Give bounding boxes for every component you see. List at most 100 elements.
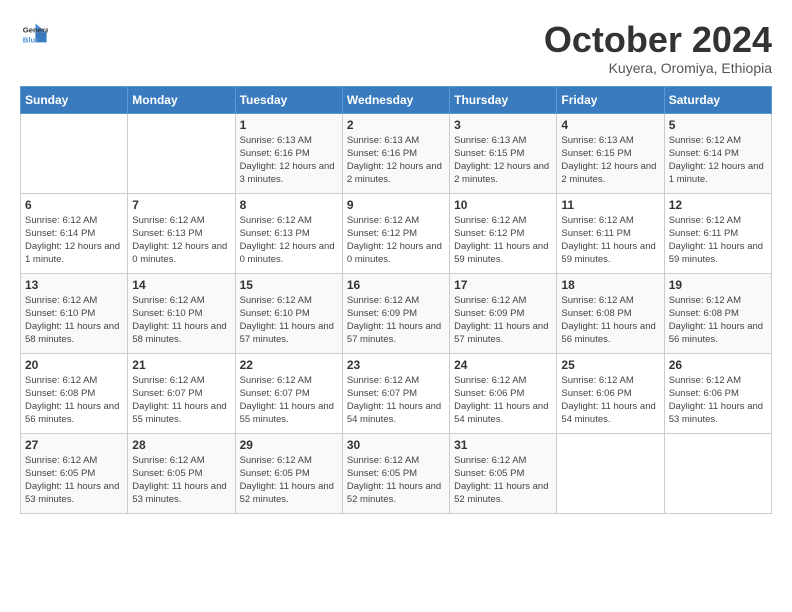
day-info: Sunrise: 6:12 AM Sunset: 6:12 PM Dayligh…: [347, 214, 445, 267]
day-header-saturday: Saturday: [664, 86, 771, 113]
calendar-cell: 20Sunrise: 6:12 AM Sunset: 6:08 PM Dayli…: [21, 353, 128, 433]
calendar-cell: 14 Sunrise: 6:12 AM Sunset: 6:10 PM Dayli…: [128, 273, 235, 353]
week-row-3: 13 Sunrise: 6:12 AM Sunset: 6:10 PM Dayli…: [21, 273, 772, 353]
calendar-cell: 1 Sunrise: 6:13 AM Sunset: 6:16 PM Daylig…: [235, 113, 342, 193]
day-info: Sunrise: 6:13 AM Sunset: 6:15 PM Dayligh…: [561, 134, 659, 187]
day-number: 7: [132, 198, 230, 212]
day-info: Sunrise: 6:12 AM Sunset: 6:14 PM Dayligh…: [669, 134, 767, 187]
week-row-2: 6Sunrise: 6:12 AM Sunset: 6:14 PM Daylig…: [21, 193, 772, 273]
day-number: 18: [561, 278, 659, 292]
day-number: 9: [347, 198, 445, 212]
calendar-cell: 26Sunrise: 6:12 AM Sunset: 6:06 PM Dayli…: [664, 353, 771, 433]
calendar-cell: [128, 113, 235, 193]
day-info: Sunrise: 6:13 AM Sunset: 6:16 PM Dayligh…: [240, 134, 338, 187]
day-number: 30: [347, 438, 445, 452]
day-info: Sunrise: 6:12 AM Sunset: 6:11 PM Dayligh…: [561, 214, 659, 267]
day-number: 21: [132, 358, 230, 372]
day-info: Sunrise: 6:12 AM Sunset: 6:07 PM Dayligh…: [240, 374, 338, 427]
title-block: October 2024 Kuyera, Oromiya, Ethiopia: [544, 20, 772, 76]
day-number: 14: [132, 278, 230, 292]
calendar-cell: [664, 433, 771, 513]
day-number: 29: [240, 438, 338, 452]
day-info: Sunrise: 6:12 AM Sunset: 6:06 PM Dayligh…: [454, 374, 552, 427]
logo: General Blue: [20, 20, 48, 48]
calendar-cell: [557, 433, 664, 513]
calendar-cell: 17Sunrise: 6:12 AM Sunset: 6:09 PM Dayli…: [450, 273, 557, 353]
day-number: 3: [454, 118, 552, 132]
week-row-1: 1 Sunrise: 6:13 AM Sunset: 6:16 PM Daylig…: [21, 113, 772, 193]
day-header-sunday: Sunday: [21, 86, 128, 113]
header-row: SundayMondayTuesdayWednesdayThursdayFrid…: [21, 86, 772, 113]
day-info: Sunrise: 6:13 AM Sunset: 6:16 PM Dayligh…: [347, 134, 445, 187]
calendar-cell: 7Sunrise: 6:12 AM Sunset: 6:13 PM Daylig…: [128, 193, 235, 273]
calendar-cell: 4 Sunrise: 6:13 AM Sunset: 6:15 PM Daylig…: [557, 113, 664, 193]
calendar-cell: 22 Sunrise: 6:12 AM Sunset: 6:07 PM Dayli…: [235, 353, 342, 433]
calendar-table: SundayMondayTuesdayWednesdayThursdayFrid…: [20, 86, 772, 514]
day-number: 25: [561, 358, 659, 372]
day-info: Sunrise: 6:12 AM Sunset: 6:07 PM Dayligh…: [132, 374, 230, 427]
day-info: Sunrise: 6:12 AM Sunset: 6:10 PM Dayligh…: [240, 294, 338, 347]
day-info: Sunrise: 6:12 AM Sunset: 6:05 PM Dayligh…: [454, 454, 552, 507]
day-info: Sunrise: 6:12 AM Sunset: 6:08 PM Dayligh…: [25, 374, 123, 427]
day-number: 4: [561, 118, 659, 132]
day-info: Sunrise: 6:12 AM Sunset: 6:10 PM Dayligh…: [25, 294, 123, 347]
day-info: Sunrise: 6:12 AM Sunset: 6:05 PM Dayligh…: [347, 454, 445, 507]
day-info: Sunrise: 6:12 AM Sunset: 6:05 PM Dayligh…: [132, 454, 230, 507]
day-header-tuesday: Tuesday: [235, 86, 342, 113]
day-number: 22: [240, 358, 338, 372]
day-number: 12: [669, 198, 767, 212]
day-number: 8: [240, 198, 338, 212]
calendar-cell: 10Sunrise: 6:12 AM Sunset: 6:12 PM Dayli…: [450, 193, 557, 273]
day-number: 24: [454, 358, 552, 372]
logo-icon: General Blue: [20, 20, 48, 48]
calendar-cell: 15 Sunrise: 6:12 AM Sunset: 6:10 PM Dayli…: [235, 273, 342, 353]
day-header-friday: Friday: [557, 86, 664, 113]
day-number: 13: [25, 278, 123, 292]
calendar-cell: 21 Sunrise: 6:12 AM Sunset: 6:07 PM Dayli…: [128, 353, 235, 433]
day-info: Sunrise: 6:12 AM Sunset: 6:07 PM Dayligh…: [347, 374, 445, 427]
calendar-cell: 24 Sunrise: 6:12 AM Sunset: 6:06 PM Dayli…: [450, 353, 557, 433]
page-header: General Blue October 2024 Kuyera, Oromiy…: [20, 20, 772, 76]
day-info: Sunrise: 6:12 AM Sunset: 6:12 PM Dayligh…: [454, 214, 552, 267]
calendar-cell: 23Sunrise: 6:12 AM Sunset: 6:07 PM Dayli…: [342, 353, 449, 433]
day-number: 6: [25, 198, 123, 212]
day-number: 27: [25, 438, 123, 452]
day-number: 28: [132, 438, 230, 452]
location-subtitle: Kuyera, Oromiya, Ethiopia: [544, 60, 772, 76]
day-info: Sunrise: 6:13 AM Sunset: 6:15 PM Dayligh…: [454, 134, 552, 187]
day-header-monday: Monday: [128, 86, 235, 113]
day-number: 5: [669, 118, 767, 132]
calendar-cell: 28 Sunrise: 6:12 AM Sunset: 6:05 PM Dayli…: [128, 433, 235, 513]
day-number: 11: [561, 198, 659, 212]
calendar-cell: 31Sunrise: 6:12 AM Sunset: 6:05 PM Dayli…: [450, 433, 557, 513]
day-info: Sunrise: 6:12 AM Sunset: 6:08 PM Dayligh…: [561, 294, 659, 347]
day-info: Sunrise: 6:12 AM Sunset: 6:10 PM Dayligh…: [132, 294, 230, 347]
day-info: Sunrise: 6:12 AM Sunset: 6:08 PM Dayligh…: [669, 294, 767, 347]
day-info: Sunrise: 6:12 AM Sunset: 6:06 PM Dayligh…: [561, 374, 659, 427]
calendar-cell: 11 Sunrise: 6:12 AM Sunset: 6:11 PM Dayli…: [557, 193, 664, 273]
day-number: 15: [240, 278, 338, 292]
day-number: 2: [347, 118, 445, 132]
svg-text:General: General: [23, 26, 48, 35]
calendar-cell: 25 Sunrise: 6:12 AM Sunset: 6:06 PM Dayli…: [557, 353, 664, 433]
day-number: 19: [669, 278, 767, 292]
day-header-wednesday: Wednesday: [342, 86, 449, 113]
calendar-cell: 12 Sunrise: 6:12 AM Sunset: 6:11 PM Dayli…: [664, 193, 771, 273]
day-info: Sunrise: 6:12 AM Sunset: 6:05 PM Dayligh…: [25, 454, 123, 507]
day-header-thursday: Thursday: [450, 86, 557, 113]
day-info: Sunrise: 6:12 AM Sunset: 6:11 PM Dayligh…: [669, 214, 767, 267]
calendar-cell: 27 Sunrise: 6:12 AM Sunset: 6:05 PM Dayli…: [21, 433, 128, 513]
calendar-cell: 3 Sunrise: 6:13 AM Sunset: 6:15 PM Daylig…: [450, 113, 557, 193]
calendar-cell: 19 Sunrise: 6:12 AM Sunset: 6:08 PM Dayli…: [664, 273, 771, 353]
day-info: Sunrise: 6:12 AM Sunset: 6:13 PM Dayligh…: [240, 214, 338, 267]
day-info: Sunrise: 6:12 AM Sunset: 6:09 PM Dayligh…: [454, 294, 552, 347]
calendar-cell: 18 Sunrise: 6:12 AM Sunset: 6:08 PM Dayli…: [557, 273, 664, 353]
day-info: Sunrise: 6:12 AM Sunset: 6:09 PM Dayligh…: [347, 294, 445, 347]
calendar-cell: [21, 113, 128, 193]
calendar-cell: 30 Sunrise: 6:12 AM Sunset: 6:05 PM Dayli…: [342, 433, 449, 513]
calendar-cell: 6Sunrise: 6:12 AM Sunset: 6:14 PM Daylig…: [21, 193, 128, 273]
month-title: October 2024: [544, 20, 772, 60]
day-number: 1: [240, 118, 338, 132]
calendar-cell: 8 Sunrise: 6:12 AM Sunset: 6:13 PM Daylig…: [235, 193, 342, 273]
day-number: 26: [669, 358, 767, 372]
